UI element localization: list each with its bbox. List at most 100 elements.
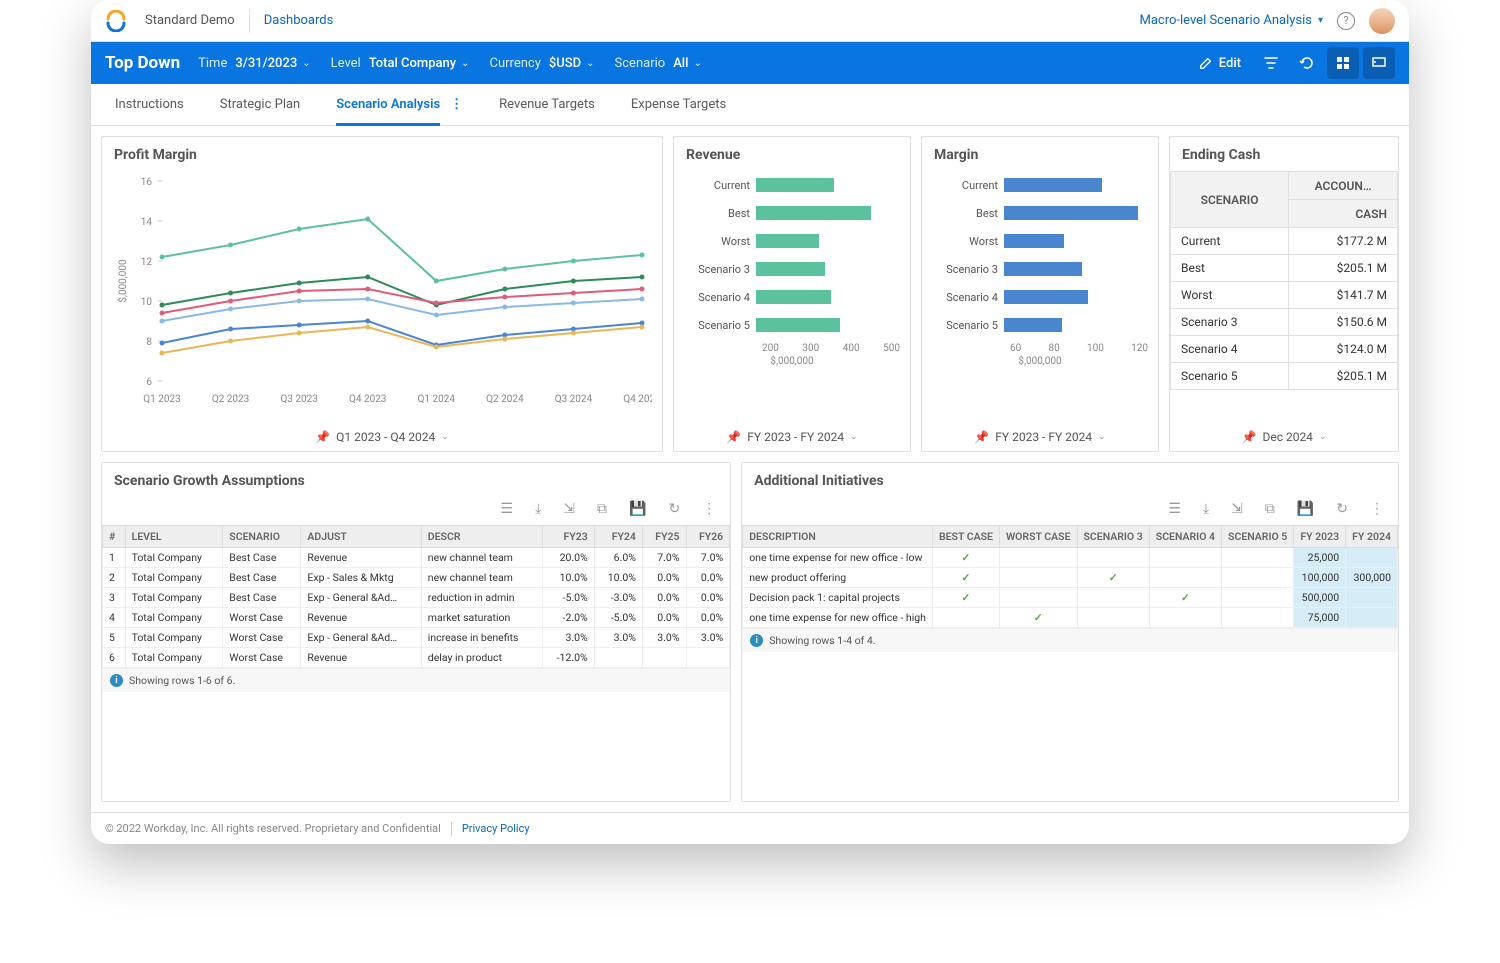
table-row[interactable]: 2Total CompanyBest CaseExp - Sales & Mkt… [103,568,730,588]
table-row[interactable]: Scenario 3$150.6 M [1171,309,1398,336]
bar-row: Scenario 3 [684,255,900,283]
context-label: Macro-level Scenario Analysis [1139,13,1311,28]
bar-row: Worst [684,227,900,255]
panel-title: Additional Initiatives [742,463,1398,497]
bar-label: Best [684,207,756,220]
bluebar: Top Down Time 3/31/2023⌄ Level Total Com… [91,42,1409,84]
filter-icon[interactable]: ☰ [501,501,514,517]
breadcrumb-dashboards[interactable]: Dashboards [264,13,334,28]
filter-scenario-value[interactable]: All⌄ [673,56,702,71]
pin-icon: 📌 [1242,430,1257,444]
table-row[interactable]: one time expense for new office - high✓7… [743,608,1398,628]
divider [451,822,452,836]
card-margin: Margin Current Best Worst Scenario 3 Sce… [921,136,1159,452]
copy-icon[interactable]: ⧉ [1265,501,1275,517]
table-row[interactable]: 3Total CompanyBest CaseExp - General &Ad… [103,588,730,608]
export-icon[interactable]: ⇲ [1231,501,1243,517]
table-row[interactable]: Scenario 5$205.1 M [1171,363,1398,390]
card-footer[interactable]: 📌 FY 2023 - FY 2024 ⌄ [674,421,910,451]
avatar[interactable] [1369,8,1395,34]
bar-row: Current [932,171,1148,199]
privacy-link[interactable]: Privacy Policy [462,822,530,835]
filter-level-value[interactable]: Total Company⌄ [369,56,470,71]
filter-time-value[interactable]: 3/31/2023⌄ [235,56,310,71]
tab-revenue-targets[interactable]: Revenue Targets [499,84,595,125]
col-header[interactable]: FY 2023 [1294,526,1346,548]
import-icon[interactable]: ⤓ [535,501,541,517]
tab-more-icon[interactable]: ⋮ [450,97,463,112]
panel-title: Scenario Growth Assumptions [102,463,730,497]
col-header[interactable]: DESCR [421,526,542,548]
col-header[interactable]: FY 2024 [1346,526,1398,548]
table-row[interactable]: 4Total CompanyWorst CaseRevenuemarket sa… [103,608,730,628]
table-row[interactable]: Worst$141.7 M [1171,282,1398,309]
col-header[interactable]: WORST CASE [999,526,1077,548]
export-icon[interactable]: ⇲ [563,501,575,517]
col-header[interactable]: SCENARIO 4 [1149,526,1221,548]
refresh-icon[interactable]: ↻ [1336,501,1348,517]
refresh-icon[interactable]: ↻ [668,501,680,517]
grid-view-icon[interactable] [1327,47,1359,79]
bar-label: Scenario 5 [932,319,1004,332]
table-row[interactable]: Best$205.1 M [1171,255,1398,282]
more-icon[interactable]: ⋮ [702,501,716,517]
col-account-group[interactable]: ACCOUN… [1289,172,1398,200]
col-header[interactable]: BEST CASE [932,526,999,548]
col-header[interactable]: SCENARIO [223,526,301,548]
card-footer[interactable]: 📌 FY 2023 - FY 2024 ⌄ [922,421,1158,451]
save-icon[interactable]: 💾 [629,501,646,517]
present-icon[interactable] [1363,47,1395,79]
filter-icon[interactable] [1255,47,1287,79]
card-revenue: Revenue Current Best Worst Scenario 3 Sc… [673,136,911,452]
col-header[interactable]: FY23 [543,526,595,548]
svg-text:16: 16 [141,177,153,188]
filter-currency-value[interactable]: $USD⌄ [549,56,595,71]
col-cash[interactable]: CASH [1289,200,1398,228]
table-row[interactable]: Decision pack 1: capital projects✓✓500,0… [743,588,1398,608]
col-scenario[interactable]: SCENARIO [1171,172,1289,228]
col-header[interactable]: # [103,526,126,548]
col-header[interactable]: SCENARIO 5 [1222,526,1294,548]
copy-icon[interactable]: ⧉ [597,501,607,517]
card-title: Profit Margin [102,137,662,167]
col-header[interactable]: LEVEL [125,526,223,548]
table-row[interactable]: 5Total CompanyWorst CaseExp - General &A… [103,628,730,648]
workday-logo[interactable] [105,10,127,32]
more-icon[interactable]: ⋮ [1370,501,1384,517]
col-header[interactable]: DESCRIPTION [743,526,933,548]
col-header[interactable]: ADJUST [301,526,421,548]
footer-range: FY 2023 - FY 2024 [747,430,844,444]
svg-text:12: 12 [141,257,153,268]
card-growth-assumptions: Scenario Growth Assumptions ☰ ⤓ ⇲ ⧉ 💾 ↻ … [101,462,731,802]
table-row[interactable]: Current$177.2 M [1171,228,1398,255]
card-footer[interactable]: 📌 Dec 2024 ⌄ [1170,421,1398,451]
table-row[interactable]: 6Total CompanyWorst CaseRevenuedelay in … [103,648,730,668]
edit-button[interactable]: Edit [1189,50,1251,77]
table-row[interactable]: new product offering✓✓100,000300,000 [743,568,1398,588]
product-name: Standard Demo [145,13,235,28]
tab-instructions[interactable]: Instructions [115,84,184,125]
col-header[interactable]: FY25 [642,526,686,548]
table-row[interactable]: 1Total CompanyBest CaseRevenuenew channe… [103,548,730,568]
svg-text:8: 8 [146,337,152,348]
svg-text:Q2 2024: Q2 2024 [486,394,524,405]
context-dropdown[interactable]: Macro-level Scenario Analysis ▾ [1139,13,1323,28]
col-header[interactable]: FY26 [686,526,730,548]
grid-toolbar: ☰ ⤓ ⇲ ⧉ 💾 ↻ ⋮ [102,497,730,525]
col-header[interactable]: SCENARIO 3 [1077,526,1149,548]
refresh-icon[interactable] [1291,47,1323,79]
help-icon[interactable]: ? [1337,12,1355,30]
svg-text:14: 14 [141,217,153,228]
bar-label: Scenario 5 [684,319,756,332]
tab-strategic-plan[interactable]: Strategic Plan [220,84,300,125]
table-row[interactable]: one time expense for new office - low✓25… [743,548,1398,568]
tab-expense-targets[interactable]: Expense Targets [631,84,726,125]
filter-icon[interactable]: ☰ [1168,501,1181,517]
table-row[interactable]: Scenario 4$124.0 M [1171,336,1398,363]
col-header[interactable]: FY24 [594,526,642,548]
tab-scenario-analysis[interactable]: Scenario Analysis [336,84,440,125]
save-icon[interactable]: 💾 [1297,501,1314,517]
card-footer[interactable]: 📌 Q1 2023 - Q4 2024 ⌄ [102,421,662,451]
page-title: Top Down [105,53,180,73]
import-icon[interactable]: ⤓ [1203,501,1209,517]
